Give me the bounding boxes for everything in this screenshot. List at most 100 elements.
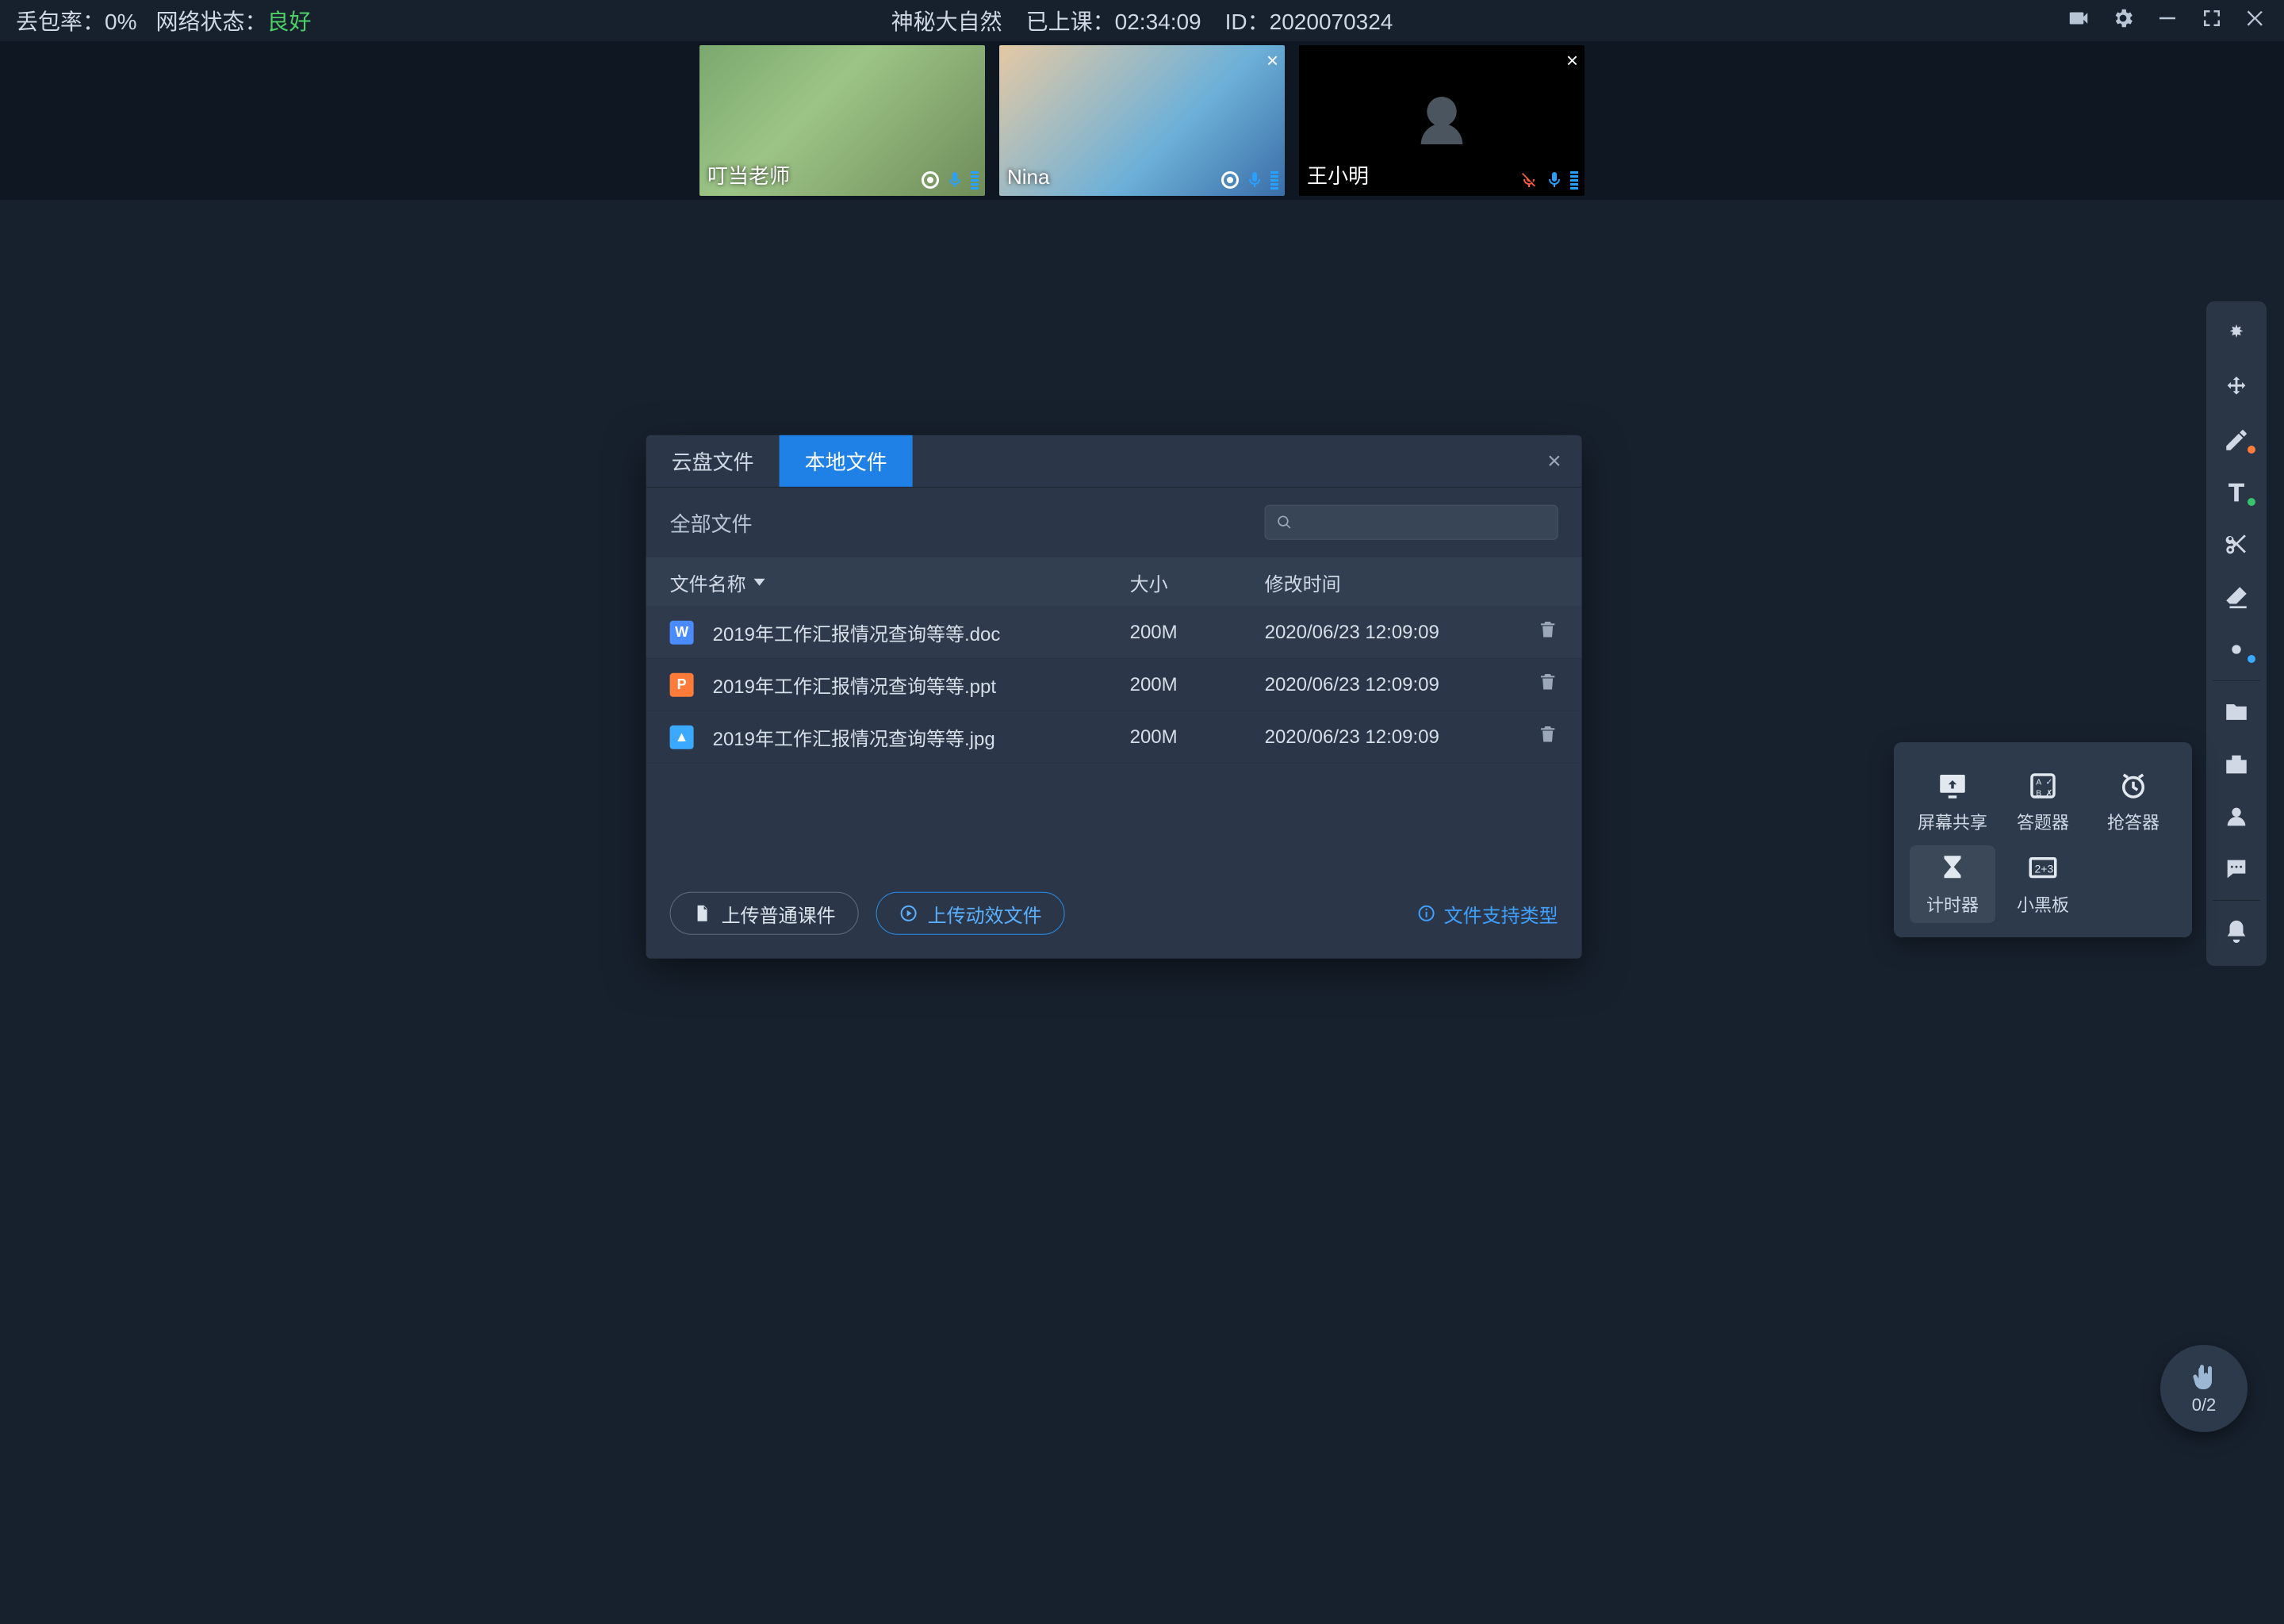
settings-icon[interactable] bbox=[2111, 6, 2135, 36]
audio-level-icon bbox=[1570, 171, 1578, 190]
file-name: 2019年工作汇报情况查询等等.ppt bbox=[713, 671, 996, 699]
table-row[interactable]: ▲2019年工作汇报情况查询等等.jpg 200M 2020/06/23 12:… bbox=[646, 711, 1582, 764]
file-name: 2019年工作汇报情况查询等等.doc bbox=[713, 619, 1001, 646]
quiz-buzzer-tool[interactable]: 抢答器 bbox=[2090, 763, 2176, 841]
bell-tool[interactable] bbox=[2206, 906, 2267, 958]
network-label: 网络状态： bbox=[155, 10, 266, 34]
color-picker-tool[interactable] bbox=[2206, 623, 2267, 676]
svg-text:2+3: 2+3 bbox=[2035, 862, 2054, 875]
tab-local-files[interactable]: 本地文件 bbox=[780, 435, 913, 487]
elapsed-label: 已上课： bbox=[1026, 10, 1115, 34]
supported-types-link[interactable]: 文件支持类型 bbox=[1417, 899, 1558, 927]
file-table-body: W 2019年工作汇报情况查询等等.doc 200M 2020/06/23 12:… bbox=[646, 607, 1582, 764]
video-tile[interactable]: × Nina bbox=[999, 45, 1285, 196]
participant-name: Nina bbox=[1007, 165, 1049, 190]
mini-blackboard-tool[interactable]: 2+3 小黑板 bbox=[2000, 845, 2086, 923]
ppt-file-icon: P bbox=[670, 672, 694, 696]
raise-hand-button[interactable]: 0/2 bbox=[2160, 1345, 2248, 1432]
delete-file-button[interactable] bbox=[1538, 728, 1558, 749]
video-tile[interactable]: × 王小明 bbox=[1299, 45, 1585, 196]
alarm-clock-icon bbox=[2117, 769, 2150, 802]
delete-file-button[interactable] bbox=[1538, 676, 1558, 697]
screen-share-tool[interactable]: 屏幕共享 bbox=[1910, 763, 1995, 841]
svg-text:A: A bbox=[2036, 777, 2041, 787]
file-size: 200M bbox=[1130, 726, 1265, 748]
svg-text:B: B bbox=[2036, 788, 2041, 798]
play-circle-icon bbox=[899, 904, 918, 923]
camera-toggle-icon[interactable] bbox=[2067, 6, 2090, 36]
mic-on-icon bbox=[945, 170, 964, 190]
pen-tool[interactable] bbox=[2206, 414, 2267, 466]
file-size: 200M bbox=[1130, 673, 1265, 695]
laser-pointer-tool[interactable] bbox=[2206, 309, 2267, 362]
color-indicator-dot bbox=[2248, 446, 2255, 454]
tile-close-icon[interactable]: × bbox=[1267, 48, 1278, 73]
doc-file-icon: W bbox=[670, 620, 694, 644]
users-tool[interactable] bbox=[2206, 791, 2267, 843]
id-value: 2020070324 bbox=[1270, 10, 1393, 34]
search-field[interactable] bbox=[1293, 511, 1546, 534]
mic-off-icon bbox=[1519, 170, 1539, 190]
mic-on-icon bbox=[1245, 170, 1264, 190]
text-tool[interactable] bbox=[2206, 466, 2267, 519]
hourglass-icon bbox=[1936, 852, 1969, 885]
video-row: 叮当老师 × Nina × 王小明 bbox=[0, 41, 2284, 200]
elapsed-value: 02:34:09 bbox=[1115, 10, 1201, 34]
answer-card-tool[interactable]: A✓B✗ 答题器 bbox=[2000, 763, 2086, 841]
svg-text:✓: ✓ bbox=[2046, 777, 2053, 787]
file-size: 200M bbox=[1130, 621, 1265, 643]
search-input[interactable] bbox=[1265, 505, 1558, 540]
hand-icon bbox=[2188, 1362, 2220, 1393]
column-modified[interactable]: 修改时间 bbox=[1265, 568, 1503, 596]
mic-on-icon bbox=[1545, 170, 1564, 190]
video-tile[interactable]: 叮当老师 bbox=[699, 45, 985, 196]
color-indicator-dot bbox=[2248, 498, 2255, 506]
delete-file-button[interactable] bbox=[1538, 623, 1558, 645]
class-title: 神秘大自然 bbox=[891, 5, 1002, 36]
blackboard-icon: 2+3 bbox=[2026, 852, 2060, 885]
svg-text:✗: ✗ bbox=[2046, 788, 2053, 798]
participant-name: 王小明 bbox=[1307, 160, 1369, 190]
top-bar: 丢包率：0% 网络状态：良好 神秘大自然 已上课：02:34:09 ID：202… bbox=[0, 0, 2284, 41]
dialog-close-icon[interactable]: × bbox=[1527, 447, 1582, 474]
search-icon bbox=[1277, 514, 1293, 531]
audio-level-icon bbox=[971, 171, 979, 190]
color-indicator-dot bbox=[2248, 655, 2255, 663]
file-dialog-tabs: 云盘文件 本地文件 × bbox=[646, 435, 1582, 488]
timer-tool[interactable]: 计时器 bbox=[1910, 845, 1995, 923]
scissors-tool[interactable] bbox=[2206, 519, 2267, 571]
file-name: 2019年工作汇报情况查询等等.jpg bbox=[713, 723, 995, 751]
packet-loss-value: 0% bbox=[105, 10, 136, 34]
upload-animated-button[interactable]: 上传动效文件 bbox=[876, 892, 1065, 935]
table-row[interactable]: W 2019年工作汇报情况查询等等.doc 200M 2020/06/23 12:… bbox=[646, 607, 1582, 659]
column-size[interactable]: 大小 bbox=[1130, 568, 1265, 596]
hand-count: 0/2 bbox=[2192, 1395, 2217, 1415]
column-name[interactable]: 文件名称 bbox=[670, 568, 1130, 596]
file-modified: 2020/06/23 12:09:09 bbox=[1265, 621, 1503, 643]
all-files-label: 全部文件 bbox=[670, 508, 753, 537]
id-label: ID： bbox=[1225, 10, 1270, 34]
file-table-header: 文件名称 大小 修改时间 bbox=[646, 557, 1582, 607]
file-dialog: 云盘文件 本地文件 × 全部文件 文件名称 大小 修改时间 W 2019年工作汇报… bbox=[646, 435, 1582, 959]
packet-loss-label: 丢包率： bbox=[16, 10, 105, 34]
fullscreen-icon[interactable] bbox=[2200, 6, 2224, 36]
close-window-icon[interactable] bbox=[2244, 6, 2268, 36]
file-modified: 2020/06/23 12:09:09 bbox=[1265, 673, 1503, 695]
right-toolbar bbox=[2206, 301, 2267, 966]
screen-share-icon bbox=[1936, 769, 1969, 802]
eraser-tool[interactable] bbox=[2206, 571, 2267, 623]
record-indicator-icon bbox=[922, 171, 939, 189]
audio-level-icon bbox=[1270, 171, 1278, 190]
network-value: 良好 bbox=[267, 10, 312, 34]
folder-tool[interactable] bbox=[2206, 686, 2267, 738]
image-file-icon: ▲ bbox=[670, 725, 694, 749]
chat-tool[interactable] bbox=[2206, 843, 2267, 895]
upload-plain-button[interactable]: 上传普通课件 bbox=[670, 892, 859, 935]
table-row[interactable]: P 2019年工作汇报情况查询等等.ppt 200M 2020/06/23 12:… bbox=[646, 659, 1582, 711]
move-tool[interactable] bbox=[2206, 362, 2267, 414]
tab-cloud-files[interactable]: 云盘文件 bbox=[646, 435, 780, 487]
tools-popover: 屏幕共享 A✓B✗ 答题器 抢答器 计时器 2+3 小黑板 bbox=[1894, 742, 2192, 937]
info-icon bbox=[1417, 904, 1436, 923]
toolbox-tool[interactable] bbox=[2206, 738, 2267, 791]
minimize-icon[interactable] bbox=[2156, 6, 2179, 36]
